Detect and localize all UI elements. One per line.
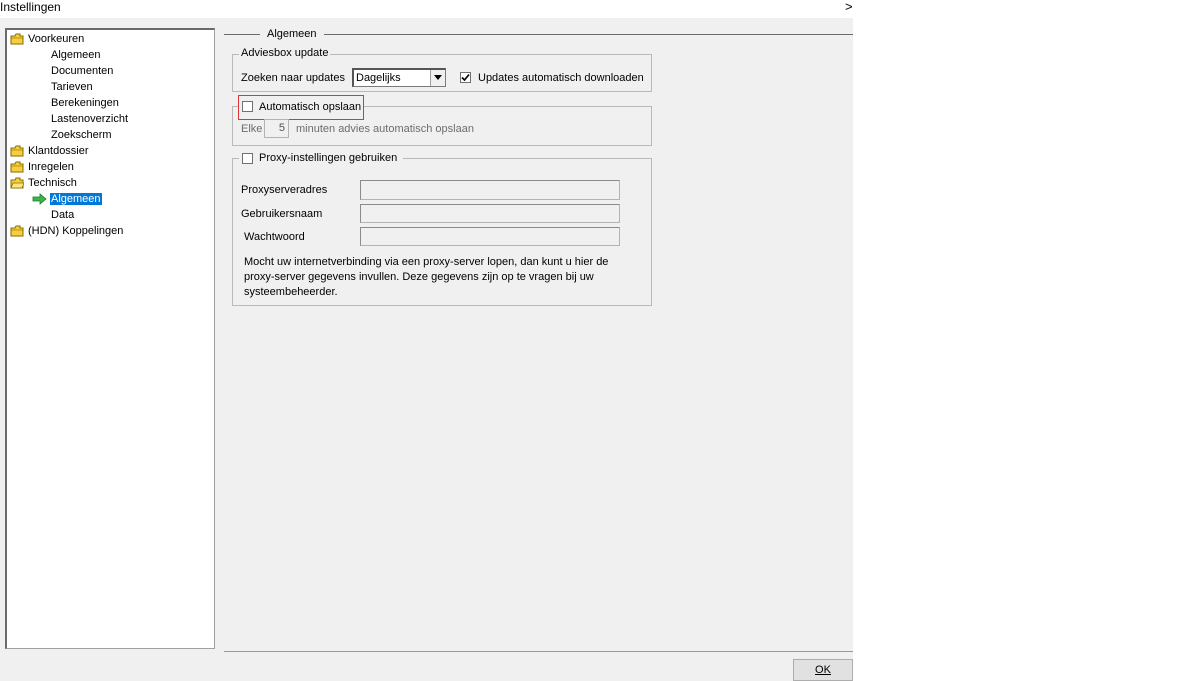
tree-item-lastenoverzicht[interactable]: Lastenoverzicht [51, 112, 128, 126]
highlight-box [238, 95, 364, 120]
section-divider-right [324, 34, 853, 35]
tree-item-hdn-koppelingen[interactable]: (HDN) Koppelingen [28, 224, 123, 238]
dropdown-button[interactable] [430, 70, 445, 86]
footer-divider [224, 651, 853, 652]
arrow-right-icon [32, 193, 47, 205]
proxy-checkbox[interactable] [242, 153, 253, 164]
auto-download-checkbox[interactable] [460, 72, 471, 83]
tree-item-technisch[interactable]: Technisch [28, 176, 77, 190]
folder-icon [10, 145, 24, 157]
tree-item-zoekscherm[interactable]: Zoekscherm [51, 128, 112, 142]
update-frequency-select[interactable]: Dagelijks [352, 68, 446, 87]
autosave-minutes-input[interactable]: 5 [264, 119, 289, 138]
folder-icon [10, 225, 24, 237]
settings-tree[interactable]: Voorkeuren Algemeen Documenten Tarieven … [5, 28, 215, 649]
checkmark-icon [461, 73, 470, 82]
ok-button[interactable]: OK [793, 659, 853, 681]
proxy-address-input[interactable] [360, 180, 620, 200]
update-frequency-value: Dagelijks [356, 72, 401, 84]
proxy-password-label: Wachtwoord [244, 231, 305, 243]
proxy-address-label: Proxyserveradres [241, 184, 328, 196]
proxy-info-line-3: systeembeheerder. [244, 286, 338, 298]
autosave-minutes-suffix: minuten advies automatisch opslaan [296, 123, 474, 135]
ok-button-label: OK [815, 664, 831, 676]
proxy-username-input[interactable] [360, 204, 620, 223]
tree-item-data[interactable]: Data [51, 208, 74, 222]
section-title: Algemeen [267, 28, 317, 40]
title-bar: Instellingen > [0, 0, 853, 18]
tree-item-tarieven[interactable]: Tarieven [51, 80, 93, 94]
tree-item-algemeen[interactable]: Algemeen [51, 48, 101, 62]
tree-item-klantdossier[interactable]: Klantdossier [28, 144, 89, 158]
tree-item-voorkeuren[interactable]: Voorkeuren [28, 32, 84, 46]
proxy-password-input[interactable] [360, 227, 620, 246]
tree-item-label: Algemeen [50, 193, 102, 205]
search-updates-label: Zoeken naar updates [241, 72, 345, 84]
tree-item-documenten[interactable]: Documenten [51, 64, 113, 78]
proxy-checkbox-label[interactable]: Proxy-instellingen gebruiken [259, 152, 397, 164]
autosave-every-label: Elke [241, 123, 263, 135]
window-title: Instellingen [0, 0, 61, 14]
tree-item-inregelen[interactable]: Inregelen [28, 160, 74, 174]
proxy-username-label: Gebruikersnaam [241, 208, 323, 220]
auto-download-label: Updates automatisch downloaden [478, 72, 644, 84]
chevron-down-icon [434, 75, 442, 80]
section-divider-left [224, 34, 260, 35]
tree-item-technisch-algemeen[interactable]: Algemeen [50, 192, 102, 206]
proxy-info-line-1: Mocht uw internetverbinding via een prox… [244, 256, 609, 268]
proxy-info-line-2: proxy-server gegevens invullen. Deze geg… [244, 271, 594, 283]
folder-open-icon [10, 177, 24, 189]
folder-icon [10, 33, 24, 45]
update-group-legend: Adviesbox update [239, 47, 331, 59]
close-icon[interactable]: > [845, 0, 853, 14]
folder-icon [10, 161, 24, 173]
tree-item-berekeningen[interactable]: Berekeningen [51, 96, 119, 110]
settings-window: Instellingen > Voorkeuren Algemeen Docum… [0, 0, 853, 681]
